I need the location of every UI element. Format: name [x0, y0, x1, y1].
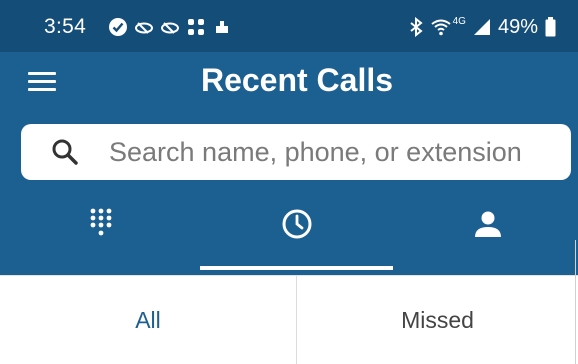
signal-icon	[473, 19, 490, 35]
search-bar	[21, 124, 571, 180]
status-system-icons: 4G 49%	[408, 14, 556, 40]
verified-icon	[109, 18, 127, 36]
cloud-icon	[161, 22, 179, 34]
cloud-icon	[135, 22, 153, 34]
call-filter: All Missed	[0, 275, 578, 364]
tab-contacts[interactable]	[393, 192, 578, 264]
dialpad-icon	[90, 208, 112, 236]
battery-percentage: 49%	[497, 16, 538, 38]
bluetooth-icon	[410, 17, 423, 37]
status-bar: 3:54 4G 49%	[0, 0, 578, 52]
battery-icon	[545, 17, 556, 37]
network-type-label: 4G	[452, 16, 466, 27]
tab-recents[interactable]	[200, 192, 393, 264]
wifi-icon	[431, 19, 451, 36]
filter-missed[interactable]: Missed	[297, 276, 578, 364]
filter-all[interactable]: All	[0, 276, 296, 364]
status-time: 3:54	[44, 15, 87, 38]
tab-dialpad[interactable]	[0, 192, 200, 264]
status-notification-icons	[108, 15, 232, 39]
person-icon	[475, 211, 501, 237]
active-tab-indicator	[200, 266, 393, 270]
search-input[interactable]	[109, 132, 559, 172]
search-icon[interactable]	[51, 138, 79, 166]
screen-edge-divider	[575, 240, 576, 364]
gesture-icon	[216, 21, 228, 33]
clock-icon	[282, 209, 312, 239]
app-bar: Recent Calls	[0, 52, 578, 110]
recent-calls-screen: 3:54 4G 49% Recent Calls Search name, ph…	[0, 0, 578, 364]
page-title: Recent Calls	[200, 62, 394, 98]
header: 3:54 4G 49% Recent Calls Search name, ph…	[0, 0, 578, 275]
grid-apps-icon	[188, 19, 204, 35]
main-tabs	[0, 192, 578, 264]
